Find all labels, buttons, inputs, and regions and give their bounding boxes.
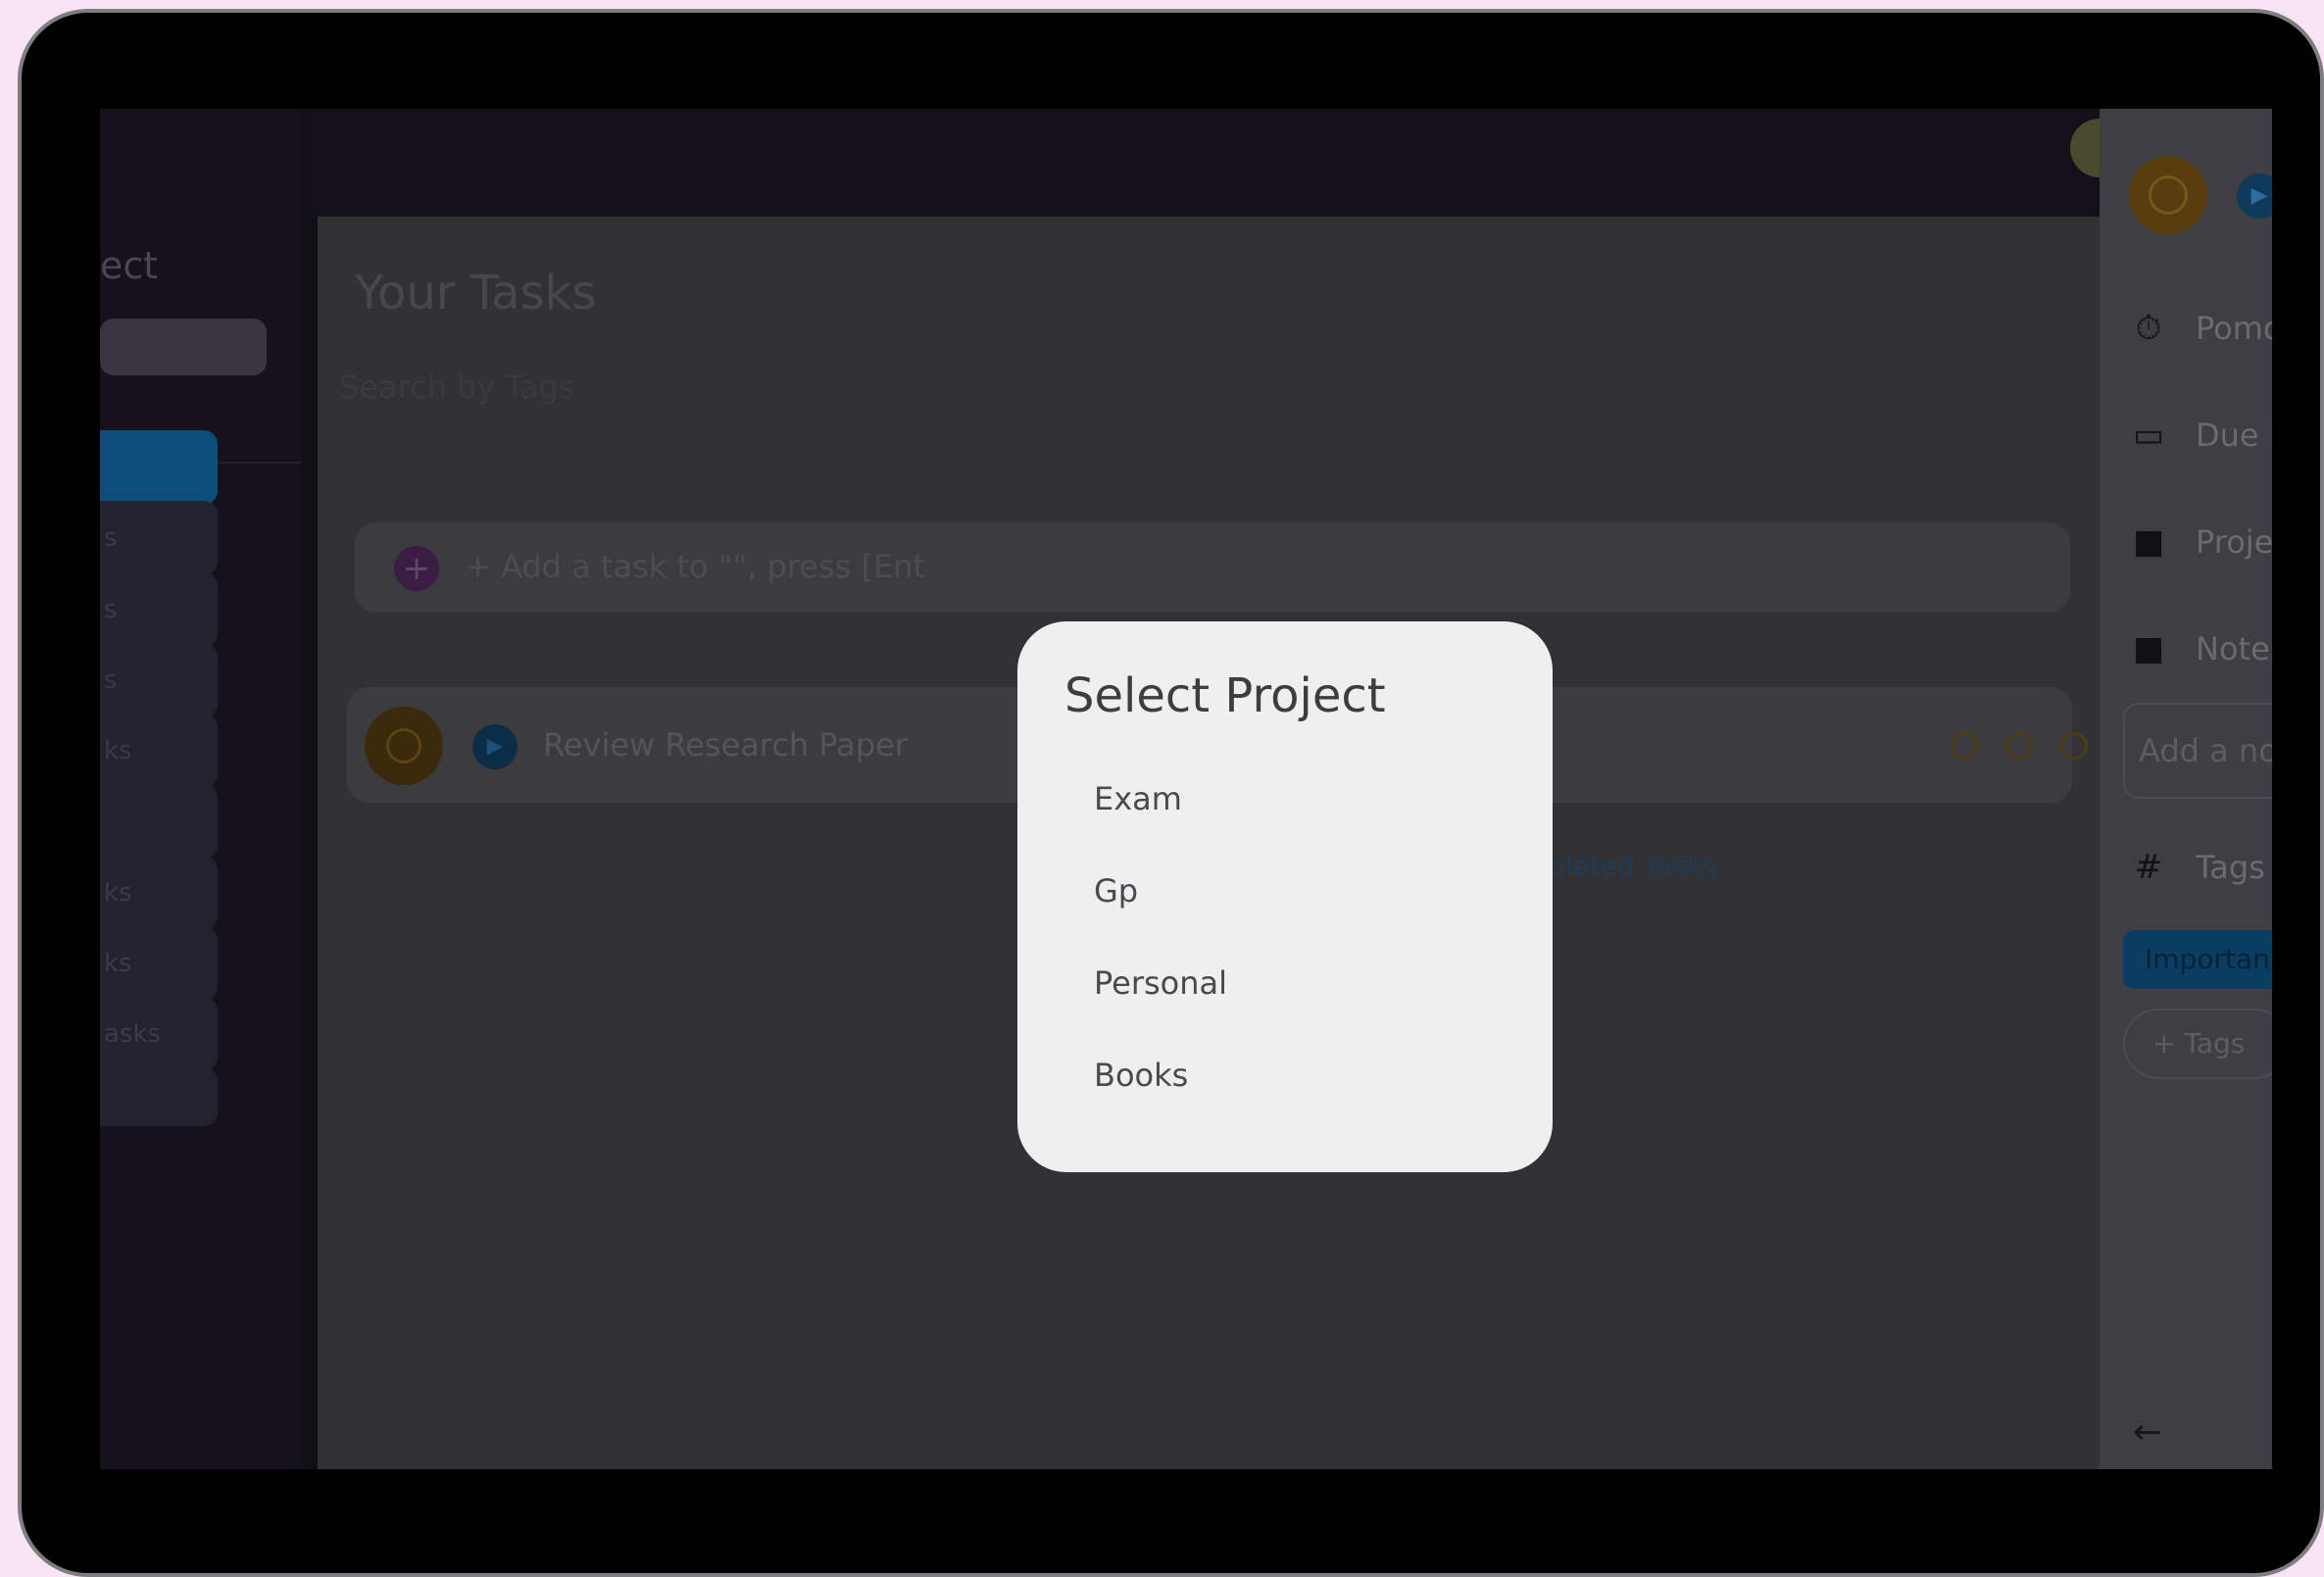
page-title: Your Tasks [355, 266, 597, 320]
play-icon[interactable]: ▶ [472, 724, 518, 769]
folder-icon: ■ [2132, 522, 2165, 562]
sidebar-item[interactable]: s [100, 501, 218, 575]
project-row[interactable]: ■ Proje [2129, 522, 2272, 571]
notes-row[interactable]: ■ Notes [2129, 629, 2272, 678]
sidebar-item[interactable]: ks [100, 856, 218, 930]
back-arrow-icon[interactable]: ← [2133, 1412, 2162, 1453]
sidebar-item[interactable] [100, 1067, 218, 1126]
show-completed-tasks-link[interactable]: pleted Tasks [1548, 850, 1717, 882]
task-complete-checkbox[interactable] [2129, 156, 2207, 234]
project-option-books[interactable]: Books [1094, 1057, 1188, 1094]
due-date-row[interactable]: ▭ Due D [2129, 416, 2272, 465]
note-input[interactable]: Add a no [2123, 703, 2272, 799]
tags-row: # Tags [2129, 848, 2272, 897]
task-complete-checkbox[interactable] [365, 707, 443, 785]
pomodoro-row[interactable]: ⏱ Pomo [2129, 309, 2272, 358]
calendar-icon: ▭ [2132, 416, 2165, 455]
task-details-panel: ▶ ⏱ Pomo ▭ Due D ■ Proje ■ Notes Add a no # T… [2100, 109, 2272, 1469]
task-name: Review Research Paper [543, 726, 908, 764]
device-frame: ect s s s ks ks ks asks Your Tasks Searc… [18, 9, 2324, 1577]
pomodoro-dot-icon [1951, 732, 1978, 760]
sidebar-search-input[interactable] [100, 319, 267, 375]
sidebar-item[interactable]: s [100, 572, 218, 647]
sidebar-item[interactable]: s [100, 643, 218, 717]
pomodoro-dot-icon [2060, 732, 2088, 760]
hash-icon: # [2134, 848, 2163, 887]
app-screen: ect s s s ks ks ks asks Your Tasks Searc… [100, 109, 2272, 1469]
select-project-dialog: Select Project Exam Gp Personal Books [1017, 621, 1553, 1172]
sidebar-item[interactable] [100, 784, 218, 859]
play-icon[interactable]: ▶ [2237, 173, 2272, 219]
due-date-label: Due D [2196, 417, 2272, 454]
tags-label: Tags [2196, 849, 2265, 886]
sidebar-item-active[interactable] [100, 430, 218, 505]
top-bar [301, 109, 2272, 217]
tag-chip-important[interactable]: Importan [2123, 930, 2272, 989]
search-by-tags-input[interactable]: Search by Tags [339, 369, 574, 406]
stopwatch-icon: ⏱ [2135, 309, 2162, 348]
sidebar-item[interactable]: ks [100, 926, 218, 1001]
project-label: Proje [2196, 523, 2272, 561]
sidebar-item[interactable]: asks [100, 997, 218, 1071]
sidebar: ect s s s ks ks ks asks [100, 109, 301, 1469]
notes-label: Notes [2196, 630, 2272, 667]
sidebar-item[interactable]: ks [100, 714, 218, 788]
project-option-personal[interactable]: Personal [1094, 964, 1227, 1002]
add-task-input[interactable]: + + Add a task to "", press [Ent [355, 522, 2070, 613]
dialog-title: Select Project [1064, 668, 1386, 723]
note-icon: ■ [2132, 629, 2165, 668]
project-option-exam[interactable]: Exam [1094, 780, 1182, 817]
project-option-gp[interactable]: Gp [1094, 872, 1138, 910]
pomodoro-label: Pomo [2196, 310, 2272, 347]
sidebar-title: ect [100, 244, 159, 287]
add-icon[interactable]: + [394, 546, 439, 591]
pomodoro-dot-icon [2005, 732, 2033, 760]
add-task-placeholder: + Add a task to "", press [Ent [465, 548, 925, 585]
add-tags-button[interactable]: + Tags [2123, 1009, 2272, 1079]
